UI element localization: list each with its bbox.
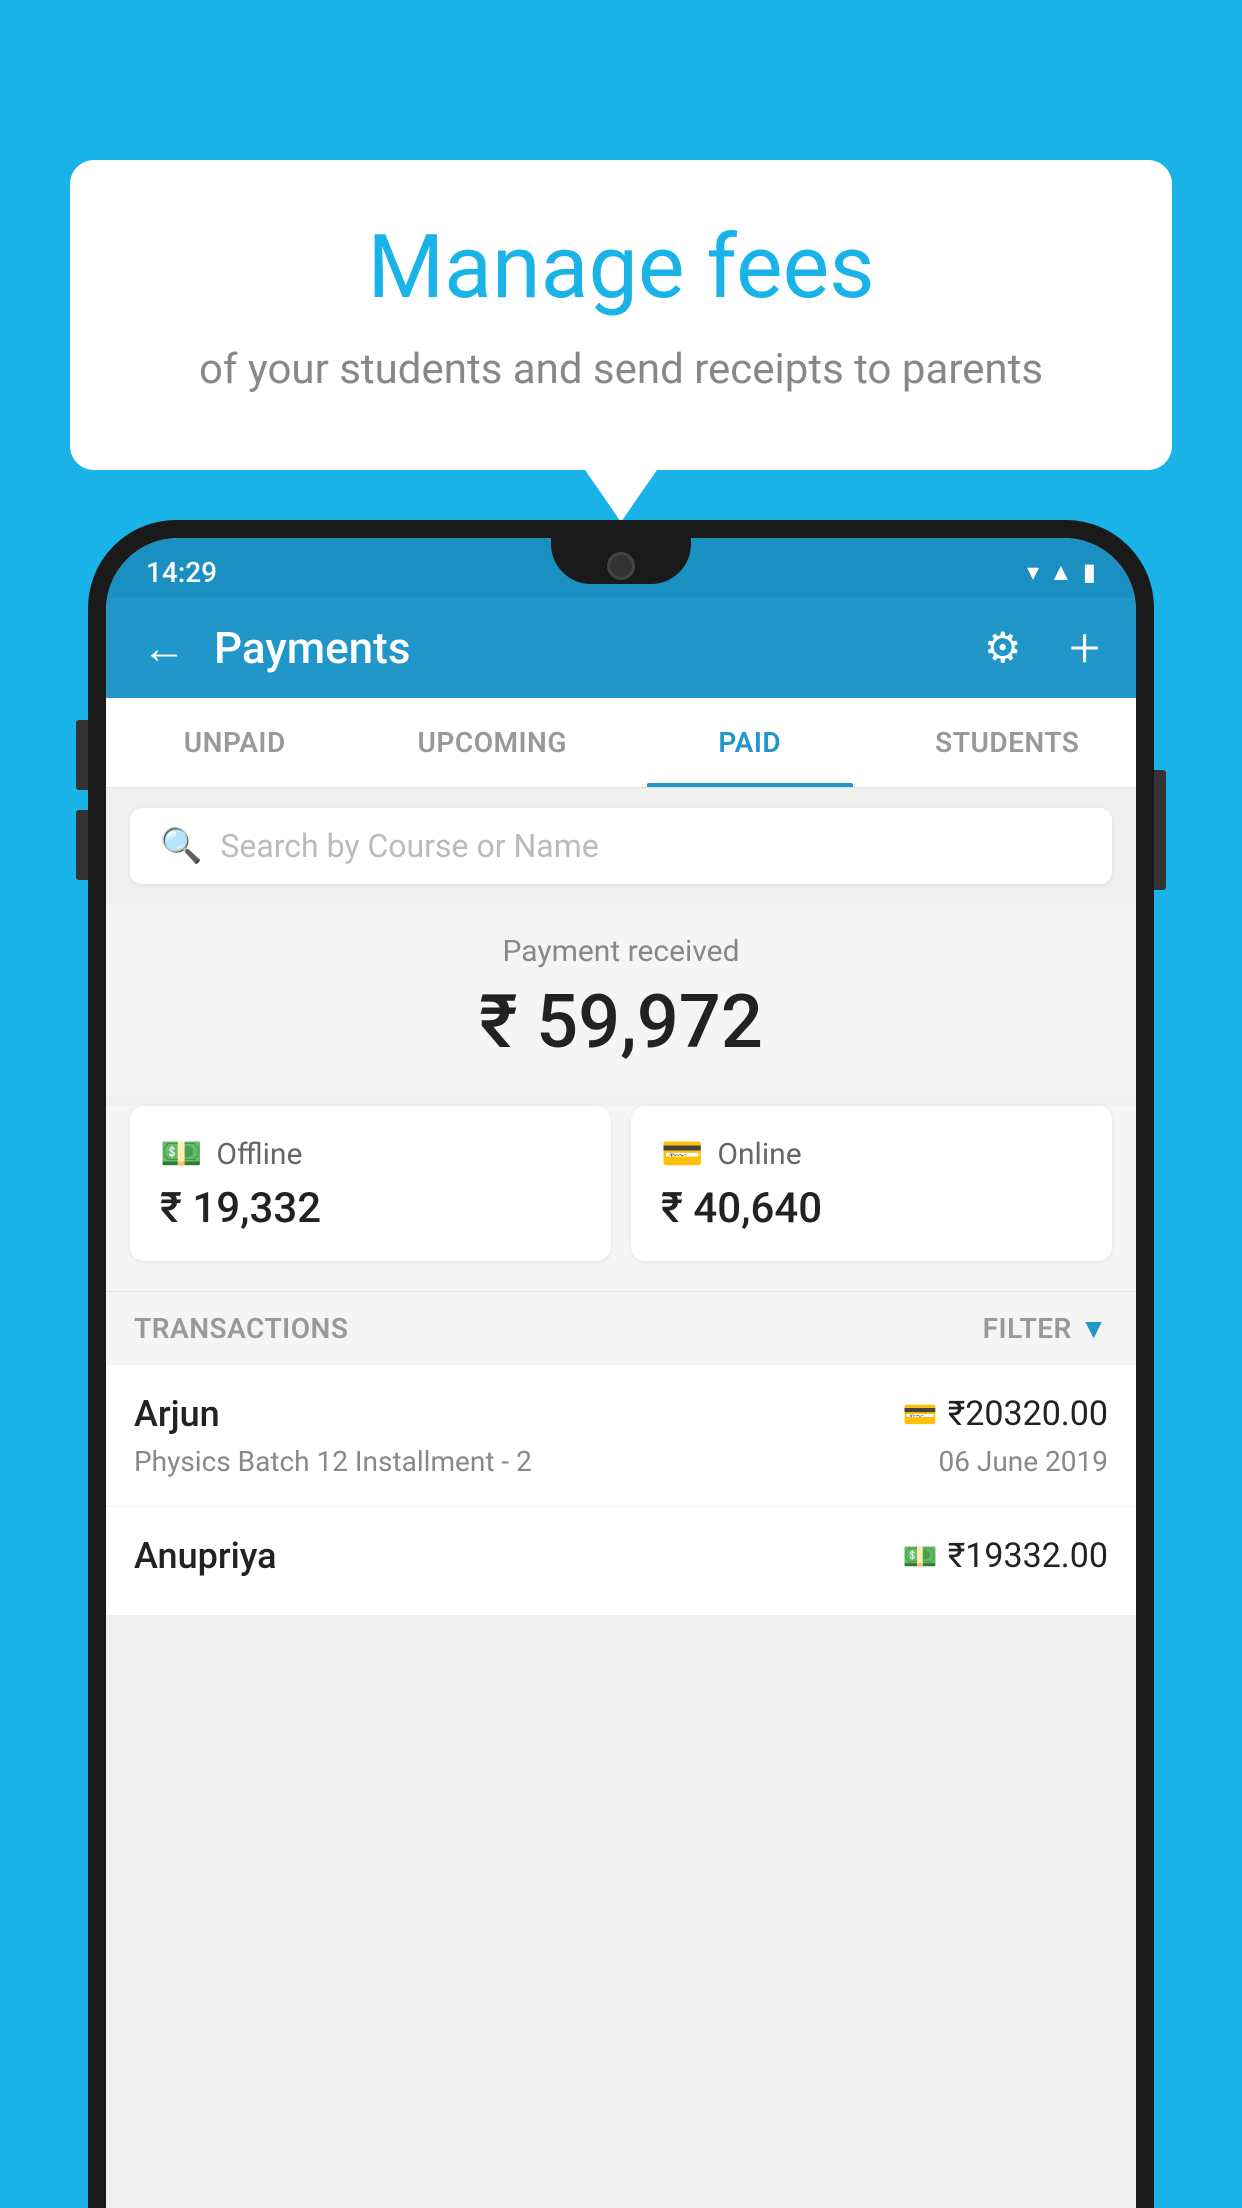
volume-buttons [76, 720, 88, 900]
tabs-bar: UNPAID UPCOMING PAID STUDENTS [106, 698, 1136, 788]
search-input[interactable]: Search by Course or Name [220, 827, 598, 865]
transaction-date-1: 06 June 2019 [938, 1445, 1108, 1478]
card-icon-2: 💵 [903, 1540, 938, 1573]
header-title: Payments [214, 622, 956, 674]
phone-wrapper: 14:29 ▾ ▲ ▮ ← Payments ⚙ + UNPAID UPCOMI… [88, 520, 1154, 2208]
transaction-course-1: Physics Batch 12 Installment - 2 [134, 1445, 532, 1478]
card-icon-1: 💳 [903, 1398, 938, 1431]
transactions-header: TRANSACTIONS FILTER ▼ [106, 1291, 1136, 1365]
signal-icon: ▲ [1049, 558, 1073, 587]
bubble-subtitle: of your students and send receipts to pa… [150, 341, 1092, 400]
transactions-label: TRANSACTIONS [134, 1312, 348, 1345]
settings-icon[interactable]: ⚙ [984, 623, 1022, 673]
transaction-amount-wrap-2: 💵 ₹19332.00 [903, 1536, 1108, 1576]
app-header: ← Payments ⚙ + [106, 598, 1136, 698]
transaction-item-arjun[interactable]: Arjun 💳 ₹20320.00 Physics Batch 12 Insta… [106, 1365, 1136, 1507]
status-time: 14:29 [146, 556, 217, 589]
online-card: 💳 Online ₹ 40,640 [631, 1106, 1112, 1261]
power-button [1154, 770, 1166, 890]
phone-screen: 14:29 ▾ ▲ ▮ ← Payments ⚙ + UNPAID UPCOMI… [106, 538, 1136, 2208]
payment-total: ₹ 59,972 [106, 979, 1136, 1066]
phone-notch [551, 538, 691, 584]
wifi-icon: ▾ [1027, 558, 1039, 586]
speech-bubble: Manage fees of your students and send re… [70, 160, 1172, 470]
search-bar[interactable]: 🔍 Search by Course or Name [130, 808, 1112, 884]
online-label: Online [717, 1137, 801, 1172]
transaction-name-1: Arjun [134, 1393, 220, 1435]
online-card-header: 💳 Online [661, 1134, 1082, 1174]
tab-unpaid[interactable]: UNPAID [106, 698, 364, 787]
offline-card-header: 💵 Offline [160, 1134, 581, 1174]
transaction-amount-wrap-1: 💳 ₹20320.00 [903, 1394, 1108, 1434]
offline-label: Offline [216, 1137, 302, 1172]
phone-outer: 14:29 ▾ ▲ ▮ ← Payments ⚙ + UNPAID UPCOMI… [88, 520, 1154, 2208]
add-button[interactable]: + [1069, 617, 1100, 680]
payment-summary: Payment received ₹ 59,972 [106, 904, 1136, 1096]
payment-cards: 💵 Offline ₹ 19,332 💳 Online ₹ 40,640 [106, 1106, 1136, 1291]
speech-bubble-container: Manage fees of your students and send re… [70, 160, 1172, 470]
transaction-amount-2: ₹19332.00 [948, 1536, 1108, 1576]
filter-button[interactable]: FILTER ▼ [983, 1312, 1108, 1345]
transaction-name-2: Anupriya [134, 1535, 277, 1577]
tab-students[interactable]: STUDENTS [879, 698, 1137, 787]
back-button[interactable]: ← [142, 622, 186, 674]
transaction-amount-1: ₹20320.00 [948, 1394, 1108, 1434]
online-icon: 💳 [661, 1134, 703, 1174]
filter-icon: ▼ [1080, 1312, 1108, 1345]
filter-text: FILTER [983, 1312, 1072, 1345]
battery-icon: ▮ [1083, 558, 1096, 586]
offline-icon: 💵 [160, 1134, 202, 1174]
search-icon: 🔍 [160, 826, 202, 866]
online-amount: ₹ 40,640 [661, 1184, 1082, 1233]
offline-card: 💵 Offline ₹ 19,332 [130, 1106, 611, 1261]
tab-upcoming[interactable]: UPCOMING [364, 698, 622, 787]
tab-paid[interactable]: PAID [621, 698, 879, 787]
transaction-item-anupriya[interactable]: Anupriya 💵 ₹19332.00 [106, 1507, 1136, 1616]
camera [607, 552, 635, 580]
bubble-title: Manage fees [150, 220, 1092, 317]
offline-amount: ₹ 19,332 [160, 1184, 581, 1233]
status-icons: ▾ ▲ ▮ [1027, 558, 1096, 587]
payment-label: Payment received [106, 934, 1136, 969]
